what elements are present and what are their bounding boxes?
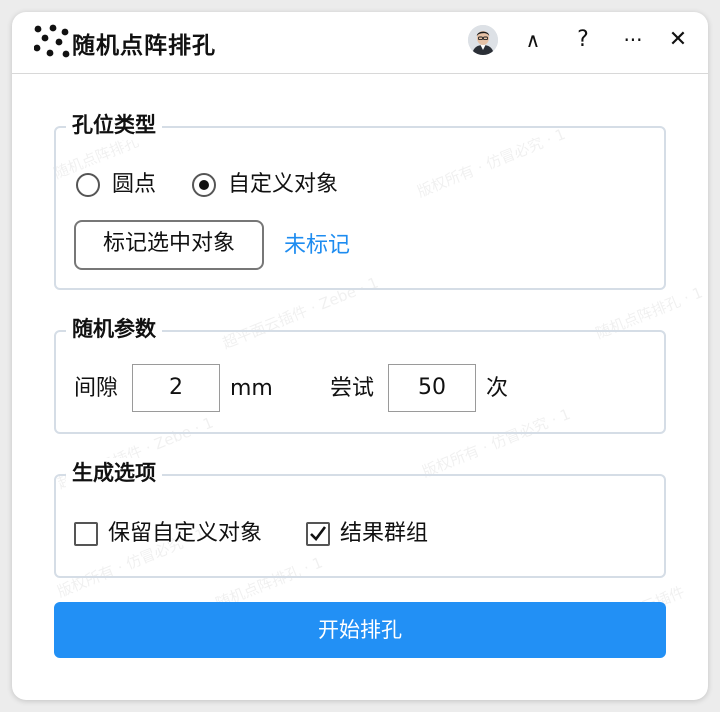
close-button[interactable]: ✕ <box>663 26 693 56</box>
radio-custom-object-label: 自定义对象 <box>228 172 339 197</box>
hole-type-group: 孔位类型 圆点 自定义对象 标记选中对象 未标记 <box>54 110 666 290</box>
collapse-button[interactable]: ∧ <box>518 26 548 56</box>
mark-selected-button[interactable]: 标记选中对象 <box>74 220 264 270</box>
radio-dot[interactable] <box>76 173 100 197</box>
tries-label: 尝试 <box>330 376 375 401</box>
more-button[interactable]: ··· <box>618 26 648 56</box>
gap-label: 间隙 <box>74 376 119 401</box>
radio-custom-object[interactable] <box>192 173 216 197</box>
start-button[interactable]: 开始排孔 <box>54 602 666 658</box>
checkmark-icon <box>310 526 327 541</box>
group-result-label: 结果群组 <box>340 521 429 546</box>
group-result-checkbox[interactable] <box>306 522 330 546</box>
mark-status-link[interactable]: 未标记 <box>284 231 350 261</box>
tries-input[interactable]: 50 <box>388 364 476 412</box>
tries-unit: 次 <box>486 376 509 401</box>
keep-custom-label: 保留自定义对象 <box>108 521 263 546</box>
title-bar: 随机点阵排孔 ∧ ? ··· ✕ <box>12 12 708 74</box>
user-avatar[interactable] <box>468 25 498 55</box>
radio-dot-label: 圆点 <box>112 172 157 197</box>
gap-unit: mm <box>230 376 273 401</box>
user-avatar-image <box>468 25 498 55</box>
random-dots-logo-icon <box>34 24 70 58</box>
gen-options-group: 生成选项 保留自定义对象 结果群组 <box>54 458 666 578</box>
help-button[interactable]: ? <box>568 26 598 56</box>
hole-type-legend: 孔位类型 <box>66 110 162 140</box>
keep-custom-checkbox[interactable] <box>74 522 98 546</box>
app-title: 随机点阵排孔 <box>72 33 216 59</box>
random-params-legend: 随机参数 <box>66 314 162 344</box>
random-params-group: 随机参数 间隙 2 mm 尝试 50 次 <box>54 314 666 434</box>
gap-input[interactable]: 2 <box>132 364 220 412</box>
gen-options-legend: 生成选项 <box>66 458 162 488</box>
plugin-window: 随机点阵排孔 · 1 版权所有 · 仿冒必究 · 1 超平面云插件 · Zebe… <box>12 12 708 700</box>
